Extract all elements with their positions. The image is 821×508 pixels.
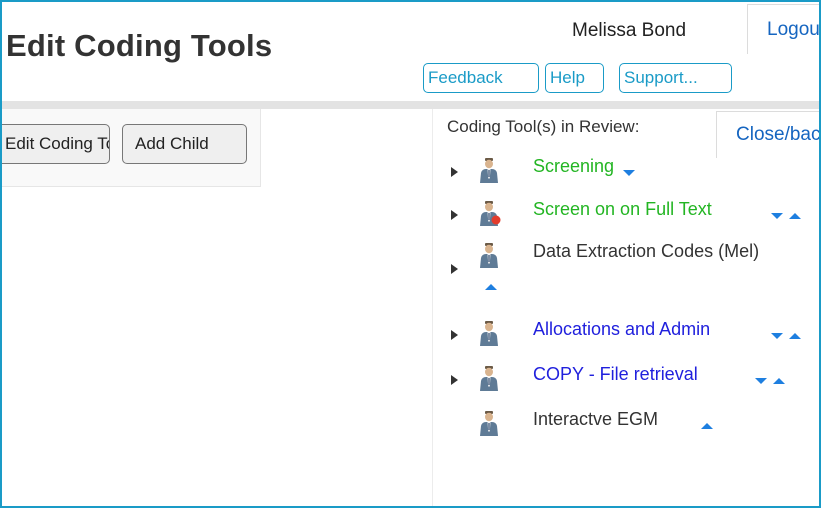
expand-caret-icon[interactable] [451,167,458,177]
move-up-icon[interactable] [773,377,786,384]
expand-caret-icon[interactable] [451,375,458,385]
help-link[interactable]: Help [545,63,604,93]
page-title: Edit Coding Tools [6,28,273,63]
review-item-data-extraction[interactable]: Data Extraction Codes (Mel) [433,241,819,298]
move-up-icon[interactable] [701,422,713,429]
logout-button[interactable]: Logout [747,4,819,54]
move-up-icon[interactable] [789,332,802,339]
review-item-label[interactable]: Screen on on Full Text [533,199,712,220]
person-icon [477,410,501,436]
person-icon [477,242,501,268]
move-down-icon[interactable] [771,332,783,339]
review-item-allocations-admin[interactable]: Allocations and Admin [433,319,819,366]
review-item-copy-file-retrieval[interactable]: COPY - File retrieval [433,364,819,411]
add-child-button[interactable]: Add Child [122,124,247,164]
close-back-button[interactable]: Close/back [716,111,819,158]
move-down-icon[interactable] [623,169,635,176]
person-reviewer-icon [477,200,501,226]
support-link[interactable]: Support... [619,63,732,93]
review-item-label[interactable]: Allocations and Admin [533,319,710,340]
expand-caret-icon[interactable] [451,264,458,274]
header-divider [2,101,819,109]
expand-caret-icon[interactable] [451,210,458,220]
review-item-label[interactable]: COPY - File retrieval [533,364,698,385]
coding-tool-toolbar: Edit Coding Tool Add Child [2,109,261,187]
review-item-interactive-egm[interactable]: Interactve EGM [433,409,819,456]
app-frame: Edit Coding Tools Melissa Bond Logout Fe… [0,0,821,508]
move-up-icon[interactable] [485,283,497,290]
review-panel: Coding Tool(s) in Review: Close/back Scr… [432,109,819,506]
user-name: Melissa Bond [572,20,687,41]
review-item-label[interactable]: Data Extraction Codes (Mel) [533,241,759,262]
person-icon [477,320,501,346]
move-down-icon[interactable] [755,377,767,384]
review-item-label[interactable]: Screening [533,156,614,177]
move-down-icon[interactable] [771,212,783,219]
person-icon [477,365,501,391]
review-label: Coding Tool(s) in Review: [447,117,640,136]
expand-caret-icon[interactable] [451,330,458,340]
feedback-link[interactable]: Feedback [423,63,539,93]
review-item-screening[interactable]: Screening [433,156,819,203]
review-item-label[interactable]: Interactve EGM [533,409,658,430]
review-item-screen-full-text[interactable]: Screen on on Full Text [433,199,819,246]
edit-coding-tool-button[interactable]: Edit Coding Tool [2,124,110,164]
person-icon [477,157,501,183]
move-up-icon[interactable] [789,212,802,219]
